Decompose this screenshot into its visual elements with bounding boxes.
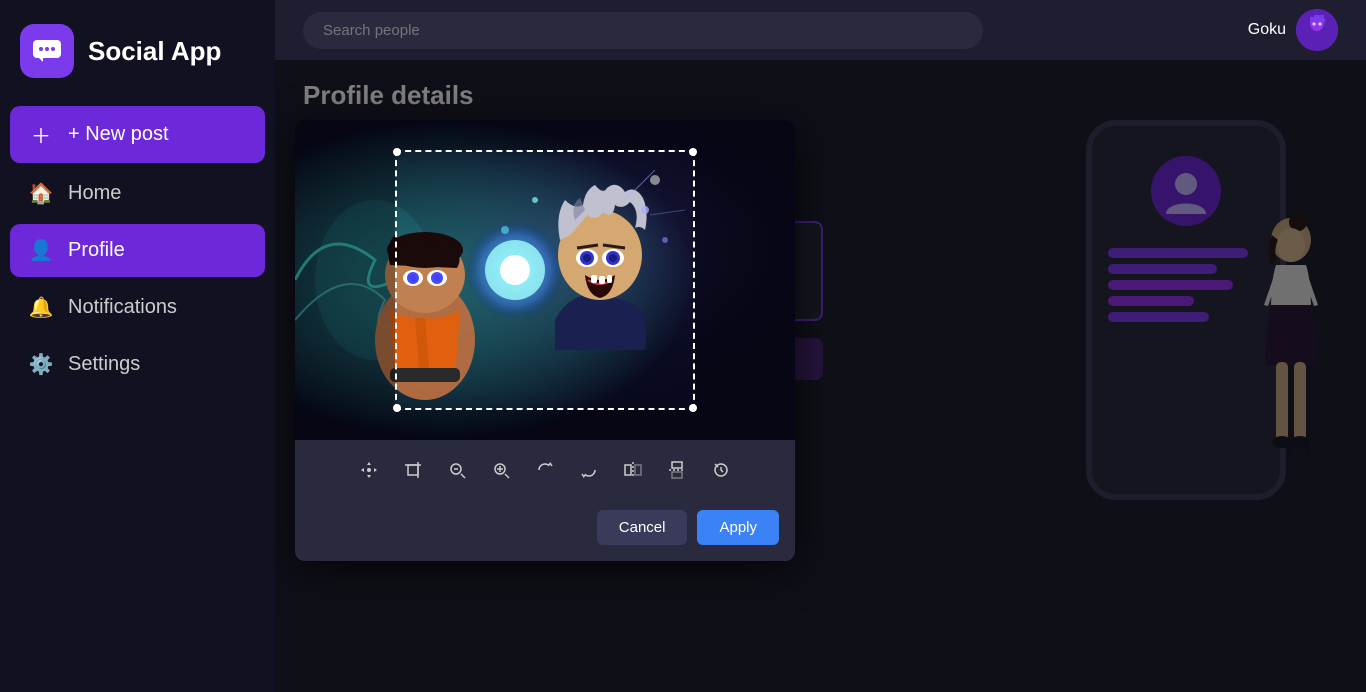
user-info: Goku <box>1248 9 1338 51</box>
zoom-out-tool[interactable] <box>441 454 473 486</box>
flip-horizontal-tool[interactable] <box>617 454 649 486</box>
avatar <box>1296 9 1338 51</box>
move-tool[interactable] <box>353 454 385 486</box>
app-name: Social App <box>88 36 221 67</box>
header: Goku <box>275 0 1366 60</box>
rotate-left-tool[interactable] <box>529 454 561 486</box>
sidebar-item-new-post[interactable]: ＋ + New post <box>10 106 265 163</box>
bell-icon: 🔔 <box>28 295 54 320</box>
crop-image-area <box>295 120 795 440</box>
sidebar-item-label: Home <box>68 182 121 205</box>
crop-action-buttons: Cancel Apply <box>295 500 795 561</box>
crop-toolbar <box>295 440 795 500</box>
sidebar-item-profile[interactable]: 👤 Profile <box>10 224 265 277</box>
profile-icon: 👤 <box>28 238 54 263</box>
home-icon: 🏠 <box>28 181 54 206</box>
profile-page: Profile details Profile picture Descript… <box>275 60 1366 692</box>
sidebar-item-settings[interactable]: ⚙️ Settings <box>10 338 265 391</box>
sidebar: Social App ＋ + New post 🏠 Home 👤 Profile… <box>0 0 275 692</box>
flip-vertical-tool[interactable] <box>661 454 693 486</box>
cancel-button[interactable]: Cancel <box>597 510 688 545</box>
crop-selection-box[interactable] <box>395 150 695 410</box>
sidebar-item-label: Settings <box>68 353 140 376</box>
username: Goku <box>1248 21 1286 39</box>
apply-button[interactable]: Apply <box>697 510 779 545</box>
sidebar-item-notifications[interactable]: 🔔 Notifications <box>10 281 265 334</box>
crop-handle-topleft[interactable] <box>393 148 401 156</box>
rotate-right-tool[interactable] <box>573 454 605 486</box>
crop-handle-topright[interactable] <box>689 148 697 156</box>
main-nav: ＋ + New post 🏠 Home 👤 Profile 🔔 Notifica… <box>0 106 275 391</box>
crop-modal: Cancel Apply <box>295 120 795 561</box>
crop-modal-overlay: Cancel Apply <box>275 60 1366 692</box>
crop-handle-bottomleft[interactable] <box>393 404 401 412</box>
main-content: Goku Profile details Prof <box>275 0 1366 692</box>
app-logo: Social App <box>0 0 275 106</box>
crop-image-background <box>295 120 795 440</box>
zoom-in-tool[interactable] <box>485 454 517 486</box>
sidebar-item-label: + New post <box>68 123 169 146</box>
plus-icon: ＋ <box>28 120 54 149</box>
search-input[interactable] <box>303 12 983 49</box>
sidebar-item-label: Profile <box>68 239 125 262</box>
avatar-image <box>1296 9 1338 51</box>
crop-tool[interactable] <box>397 454 429 486</box>
reset-tool[interactable] <box>705 454 737 486</box>
sidebar-item-home[interactable]: 🏠 Home <box>10 167 265 220</box>
crop-handle-bottomright[interactable] <box>689 404 697 412</box>
gear-icon: ⚙️ <box>28 352 54 377</box>
logo-icon <box>20 24 74 78</box>
chat-icon <box>31 35 63 67</box>
sidebar-item-label: Notifications <box>68 296 177 319</box>
